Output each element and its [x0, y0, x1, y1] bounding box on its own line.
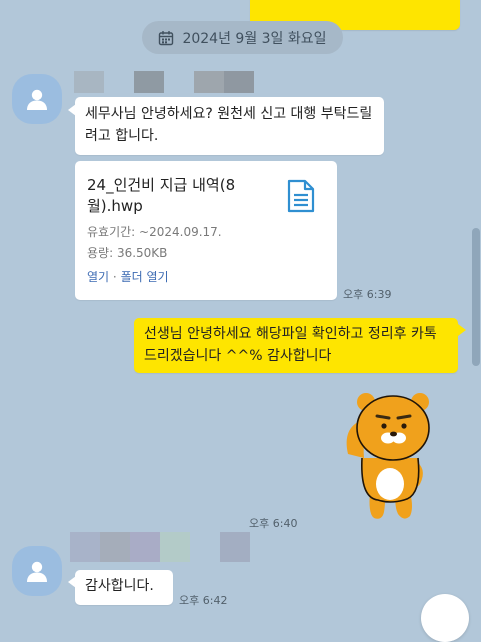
- my-bubble-tail: [458, 324, 466, 336]
- my-message-bubble[interactable]: 선생님 안녕하세요 해당파일 확인하고 정리후 카톡드리겠습니다 ^^% 감사합…: [134, 318, 458, 373]
- file-expiry-value: ~2024.09.17.: [139, 225, 222, 239]
- message-bubble[interactable]: 감사합니다.: [75, 570, 173, 605]
- link-separator: ·: [112, 270, 117, 284]
- sender-avatar[interactable]: [12, 546, 62, 596]
- file-expiry: 유효기간: ~2024.09.17.: [87, 223, 222, 240]
- message-text: 세무사님 안녕하세요? 원천세 신고 대행 부탁드릴려고 합니다.: [85, 106, 373, 144]
- date-divider-label: 2024년 9월 3일 화요일: [182, 30, 327, 47]
- default-profile-icon: [27, 89, 47, 110]
- message-bubble[interactable]: 세무사님 안녕하세요? 원천세 신고 대행 부탁드릴려고 합니다.: [75, 97, 384, 155]
- my-message-text: 선생님 안녕하세요 해당파일 확인하고 정리후 카톡드리겠습니다 ^^% 감사합…: [144, 326, 437, 364]
- open-file-link[interactable]: 열기: [87, 270, 109, 284]
- open-folder-link[interactable]: 폴더 열기: [121, 270, 169, 284]
- file-size: 용량: 36.50KB: [87, 244, 167, 261]
- scrollbar-thumb[interactable]: [472, 228, 480, 366]
- file-actions: 열기 · 폴더 열기: [87, 268, 169, 285]
- file-size-value: 36.50KB: [116, 246, 168, 260]
- sender-name-redacted: [70, 532, 252, 562]
- message-text: 감사합니다.: [85, 578, 154, 594]
- file-expiry-label: 유효기간:: [87, 225, 136, 239]
- sticker-time: 오후 6:40: [249, 517, 298, 530]
- date-divider: 2024년 9월 3일 화요일: [142, 21, 343, 54]
- message-time: 오후 6:39: [343, 288, 392, 301]
- calendar-icon: [159, 30, 174, 45]
- message-time: 오후 6:42: [179, 594, 228, 607]
- default-profile-icon: [27, 561, 47, 582]
- sender-name-redacted: [74, 70, 254, 94]
- file-size-label: 용량:: [87, 246, 114, 260]
- file-name: 24_인건비 지급 내역(8월).hwp: [87, 176, 236, 215]
- document-icon: [287, 179, 315, 213]
- sender-avatar[interactable]: [12, 74, 62, 124]
- scroll-to-bottom-button[interactable]: [421, 594, 469, 642]
- lion-character-sticker[interactable]: [340, 388, 440, 522]
- file-attachment-card[interactable]: 24_인건비 지급 내역(8월).hwp 유효기간: ~2024.09.17. …: [75, 161, 337, 300]
